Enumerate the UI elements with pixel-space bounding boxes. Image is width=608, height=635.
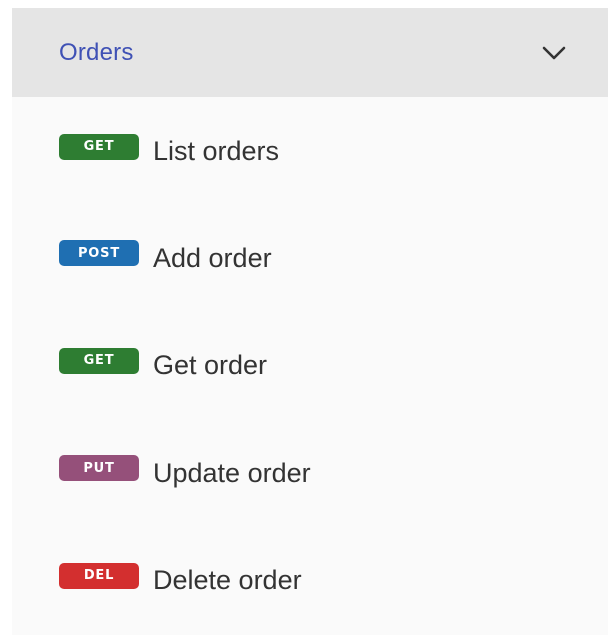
orders-group-header[interactable]: Orders xyxy=(12,8,608,97)
group-title: Orders xyxy=(59,38,134,66)
operations-list: GET List orders POST Add order GET Get o… xyxy=(12,97,608,635)
operation-label: Get order xyxy=(153,350,268,381)
operation-label: Add order xyxy=(153,242,272,273)
chevron-down-icon-glyph xyxy=(542,46,566,59)
method-badge: GET xyxy=(59,133,139,160)
api-sidebar: Orders GET List orders POST Add order GE… xyxy=(12,8,608,635)
operation-item[interactable]: POST Add order xyxy=(12,205,608,313)
method-badge: POST xyxy=(59,240,139,267)
operation-label: Update order xyxy=(153,457,311,488)
operation-item[interactable]: DEL Delete order xyxy=(12,527,608,635)
operation-label: Delete order xyxy=(153,565,302,596)
operation-label: List orders xyxy=(153,136,280,167)
operation-item[interactable]: GET List orders xyxy=(12,97,608,205)
chevron-down-icon[interactable] xyxy=(542,41,566,65)
operation-item[interactable]: GET Get order xyxy=(12,312,608,420)
method-badge: DEL xyxy=(59,562,139,589)
operation-item[interactable]: PUT Update order xyxy=(12,420,608,528)
method-badge: PUT xyxy=(59,455,139,482)
method-badge: GET xyxy=(59,347,139,374)
